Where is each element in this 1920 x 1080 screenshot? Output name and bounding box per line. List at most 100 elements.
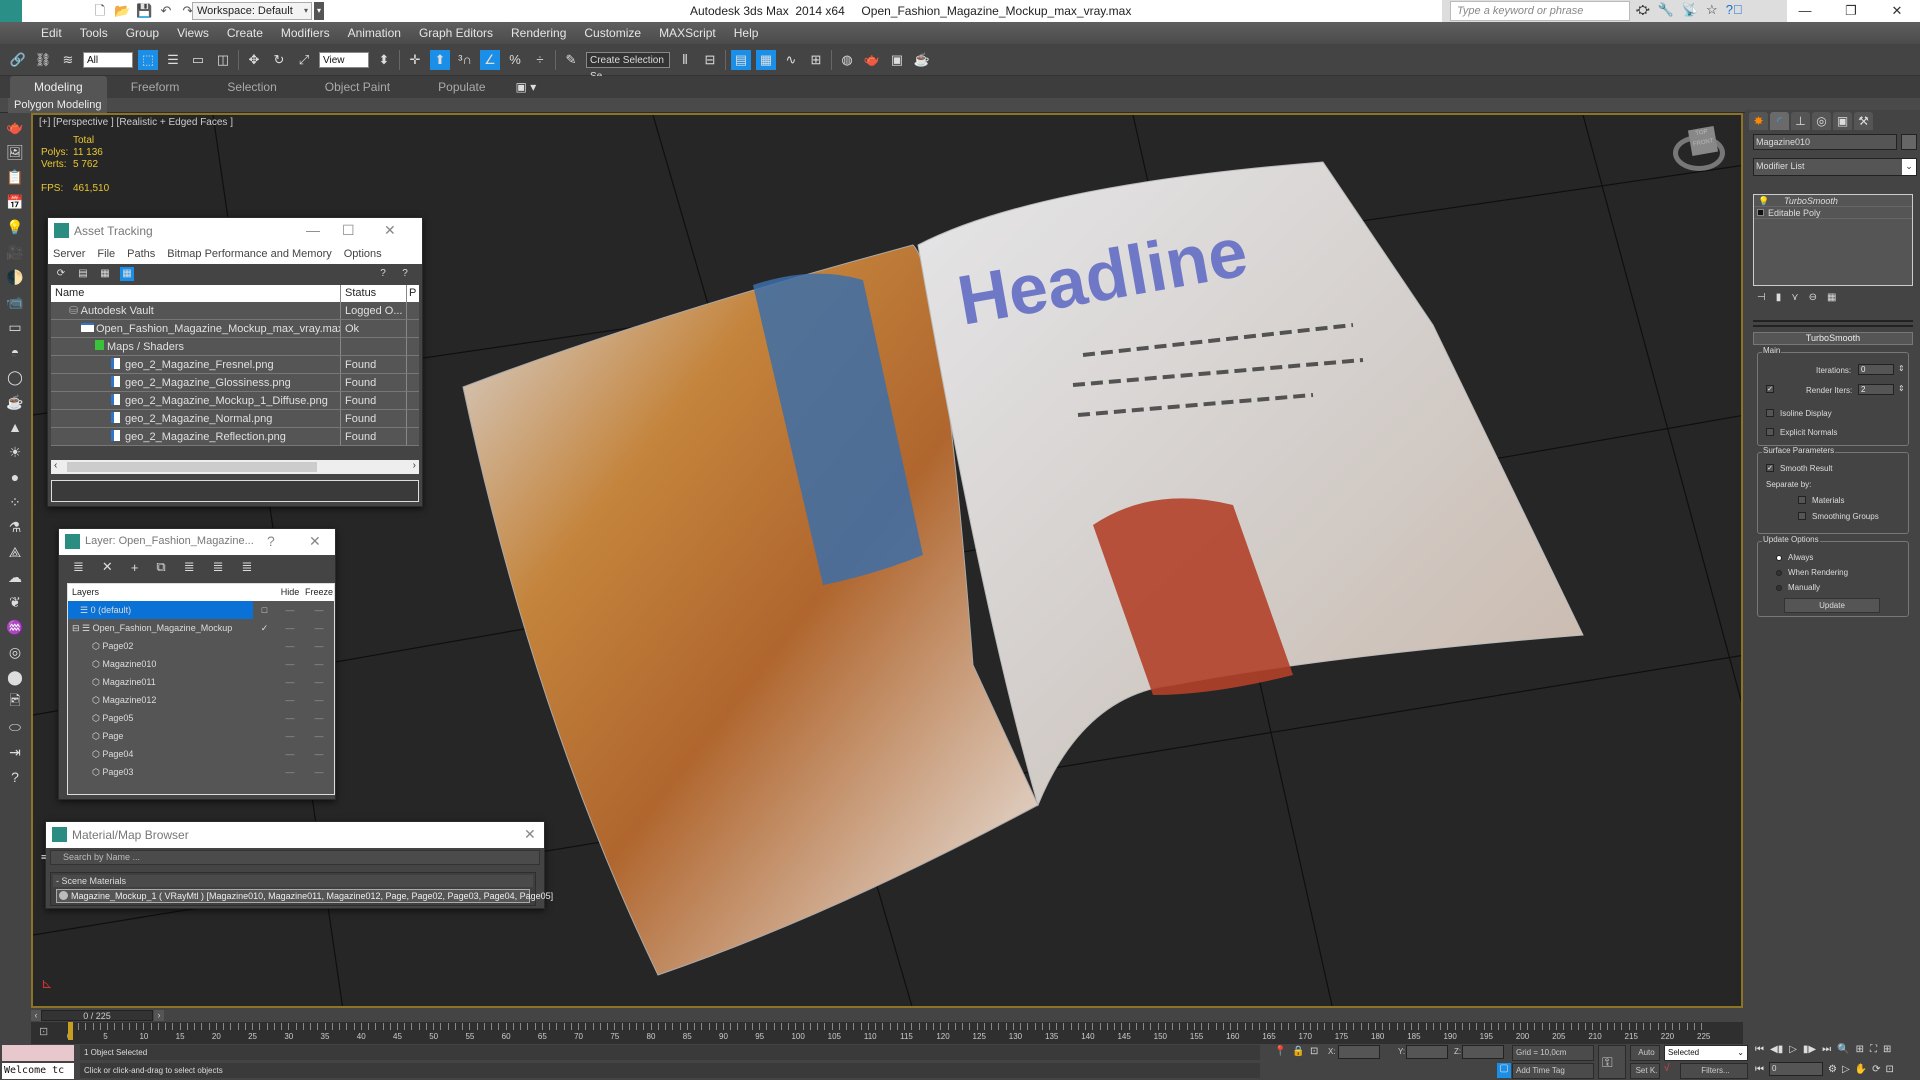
close-button[interactable]: ✕ xyxy=(309,533,321,550)
create-tab-icon[interactable]: ✸ xyxy=(1749,112,1768,130)
table-icon[interactable]: 📅 xyxy=(4,191,26,213)
field-of-view-icon[interactable]: ▷ xyxy=(1842,1064,1850,1075)
smoothing-groups-checkbox[interactable] xyxy=(1798,512,1806,520)
unlink-icon[interactable]: ⛓ xyxy=(33,50,53,70)
hide-toggle[interactable]: — xyxy=(276,619,304,637)
curve-editor-icon[interactable]: ∿ xyxy=(781,50,801,70)
menu-server[interactable]: Server xyxy=(53,244,85,264)
update-button[interactable]: Update xyxy=(1784,598,1880,613)
delete-layer-icon[interactable]: ✕ xyxy=(102,559,113,575)
spinner-arrows-icon[interactable]: ⇕ xyxy=(1898,364,1905,373)
window-crossing-icon[interactable]: ◫ xyxy=(213,50,233,70)
zoom-icon[interactable]: 🔍 xyxy=(1837,1044,1849,1055)
current-frame-field[interactable]: 0 xyxy=(1769,1062,1823,1076)
menu-views[interactable]: Views xyxy=(168,22,218,44)
select-by-name-icon[interactable]: ☰ xyxy=(163,50,183,70)
freeze-toggle[interactable]: — xyxy=(304,745,334,763)
menu-paths[interactable]: Paths xyxy=(127,244,155,264)
zoom-all-icon[interactable]: ⊞ xyxy=(1856,1044,1864,1055)
teapot-small-icon[interactable]: ☕ xyxy=(4,391,26,413)
scrollbar-thumb[interactable] xyxy=(67,462,317,472)
time-slider[interactable]: ‹ 0 / 225 › xyxy=(31,1010,1743,1022)
spinner-snap-icon[interactable]: ÷ xyxy=(530,50,550,70)
open-file-icon[interactable]: 📂 xyxy=(114,3,130,19)
menu-file[interactable]: File xyxy=(97,244,115,264)
next-frame-arrow[interactable]: › xyxy=(154,1010,164,1021)
viewcube-box[interactable]: TOP FRONT xyxy=(1687,125,1719,157)
table-row[interactable]: ⛁ Autodesk Vault Logged O... xyxy=(51,302,419,320)
layer-object-row[interactable]: ⬡ Page04 — — xyxy=(68,745,334,763)
when-rendering-radio[interactable] xyxy=(1776,570,1782,576)
close-button[interactable]: ✕ xyxy=(384,222,396,239)
selection-lock-icon[interactable]: 🔒 xyxy=(1292,1046,1304,1057)
menu-animation[interactable]: Animation xyxy=(339,22,410,44)
trackbar[interactable]: ⊡ 05101520253035404550556065707580859095… xyxy=(31,1022,1743,1044)
scroll-left-icon[interactable]: ‹ xyxy=(54,460,57,471)
key-filter-select[interactable]: Selected ⌄ xyxy=(1664,1045,1748,1061)
absolute-mode-icon[interactable]: ⊡ xyxy=(1310,1046,1318,1057)
viewcube[interactable]: TOP FRONT xyxy=(1673,125,1725,171)
layer-object-row[interactable]: ⬡ Magazine011 — — xyxy=(68,673,334,691)
help-icon[interactable]: ?⃝ xyxy=(1726,2,1743,18)
pan-icon[interactable]: ✋ xyxy=(1855,1064,1867,1075)
column-path[interactable]: P xyxy=(407,285,419,302)
time-configuration-icon[interactable]: ⚙ xyxy=(1828,1064,1837,1075)
render-iters-checkbox[interactable]: ✓ xyxy=(1766,385,1774,393)
material-item[interactable]: Magazine_Mockup_1 ( VRayMtl ) [Magazine0… xyxy=(56,889,553,903)
orbit-icon[interactable]: ⟳ xyxy=(1872,1064,1880,1075)
plane-light-icon[interactable]: ▭ xyxy=(4,316,26,338)
modifier-list-dropdown[interactable]: Modifier List ⌄ xyxy=(1753,158,1917,176)
key-mode-curve-icon[interactable]: √ xyxy=(1664,1063,1670,1074)
smooth-result-checkbox[interactable]: ✓ xyxy=(1766,464,1774,472)
menu-group[interactable]: Group xyxy=(117,22,168,44)
light-bulb-icon[interactable]: 💡 xyxy=(4,216,26,238)
maximize-button[interactable]: ❐ xyxy=(1828,0,1874,22)
menu-graph-editors[interactable]: Graph Editors xyxy=(410,22,502,44)
play-icon[interactable]: ▷ xyxy=(1789,1044,1797,1055)
expand-icon[interactable] xyxy=(1757,209,1764,216)
select-objects-in-layer-icon[interactable]: ⧉ xyxy=(156,559,165,575)
tab-freeform[interactable]: Freeform xyxy=(107,76,204,98)
hide-toggle[interactable]: — xyxy=(276,727,304,745)
table-row[interactable]: geo_2_Magazine_Fresnel.png Found xyxy=(51,356,419,374)
rotate-icon[interactable]: ↻ xyxy=(269,50,289,70)
workspace-dropdown[interactable]: Workspace: Default ▾ xyxy=(192,2,312,20)
display-tab-icon[interactable]: ▣ xyxy=(1833,112,1852,130)
freeze-toggle[interactable]: — xyxy=(304,673,334,691)
menu-tools[interactable]: Tools xyxy=(71,22,117,44)
render-setup-icon[interactable]: 🫖 xyxy=(862,50,882,70)
menu-create[interactable]: Create xyxy=(218,22,272,44)
scroll-right-icon[interactable]: › xyxy=(413,460,416,471)
angle-snap-icon[interactable]: ∠ xyxy=(480,49,500,70)
link-icon[interactable]: 🔗 xyxy=(8,50,28,70)
previous-frame-icon[interactable]: ◀▮ xyxy=(1770,1044,1783,1055)
zoom-extents-all-icon[interactable]: ⊞ xyxy=(1883,1044,1891,1055)
previous-frame-arrow[interactable]: ‹ xyxy=(31,1010,41,1021)
add-time-tag-button[interactable]: Add Time Tag xyxy=(1512,1063,1594,1079)
manually-radio[interactable] xyxy=(1776,585,1782,591)
undo-icon[interactable]: ↶ xyxy=(158,3,174,19)
manipulate-icon[interactable]: ✛ xyxy=(405,50,425,70)
dialog-titlebar[interactable]: Layer: Open_Fashion_Magazine... ? ✕ xyxy=(59,529,335,555)
options-menu-icon[interactable]: ≡ xyxy=(41,851,46,864)
teapot-icon[interactable]: 🫖 xyxy=(4,116,26,138)
scene-explorer-icon[interactable]: ▤ xyxy=(731,49,751,70)
material-editor-icon[interactable]: ◍ xyxy=(837,50,857,70)
freeze-all-layers-icon[interactable]: ≣ xyxy=(242,559,253,575)
render-production-icon[interactable]: ☕ xyxy=(912,50,932,70)
sphere-icon[interactable]: ⬤ xyxy=(4,666,26,688)
isolate-selection-icon[interactable]: 📍 xyxy=(1274,1046,1286,1057)
star-icon[interactable]: ☆ xyxy=(1706,2,1718,18)
freeze-toggle[interactable]: — xyxy=(304,727,334,745)
hide-toggle[interactable]: — xyxy=(276,709,304,727)
menu-maxscript[interactable]: MAXScript xyxy=(650,22,725,44)
current-layer-indicator[interactable]: □ xyxy=(253,601,276,619)
rendered-frame-window-icon[interactable]: ▣ xyxy=(887,50,907,70)
table-row[interactable]: geo_2_Magazine_Mockup_1_Diffuse.png Found xyxy=(51,392,419,410)
disc-icon[interactable]: ● xyxy=(4,466,26,488)
minimize-button[interactable]: — xyxy=(1782,0,1828,22)
explicit-normals-checkbox[interactable] xyxy=(1766,428,1774,436)
make-unique-icon[interactable]: ⋎ xyxy=(1791,292,1798,303)
collapse-icon[interactable]: ⊟ xyxy=(72,623,82,633)
context-help-icon[interactable]: ? xyxy=(398,267,412,281)
